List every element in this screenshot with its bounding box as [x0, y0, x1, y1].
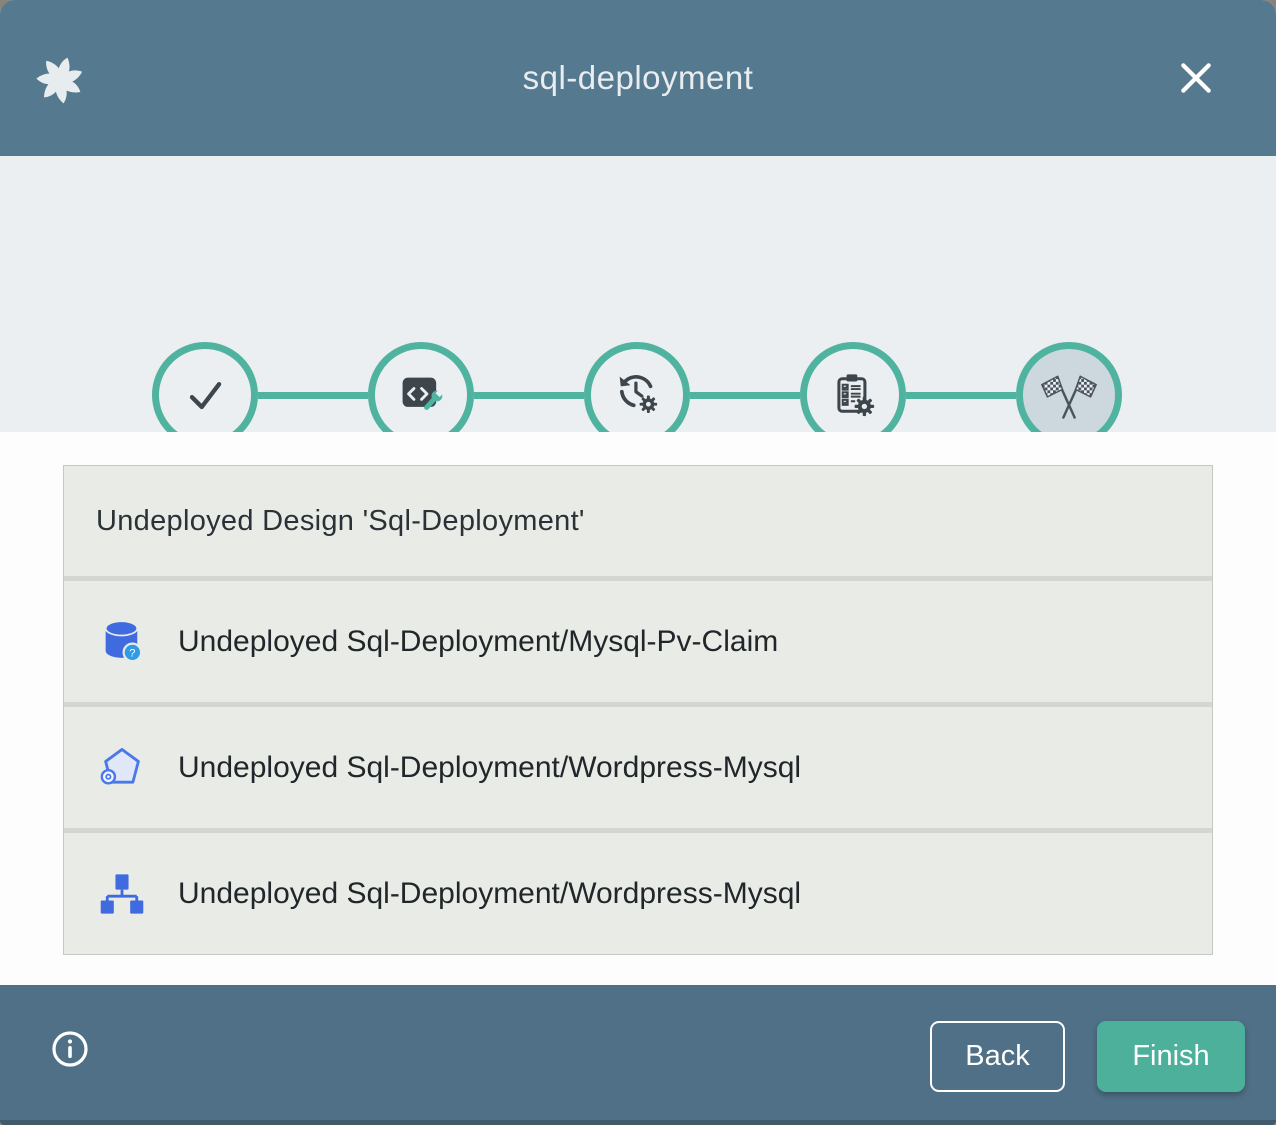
header-bar: sql-deployment	[0, 0, 1276, 156]
result-row-wordpress-mysql-tree: Undeployed Sql-Deployment/Wordpress-Mysq…	[64, 833, 1212, 954]
step-connector	[690, 392, 800, 399]
deployment-wizard-dialog: sql-deployment Validate Design	[0, 0, 1276, 1125]
close-button[interactable]	[1174, 56, 1218, 100]
checkered-flags-icon	[1039, 365, 1099, 425]
result-text: Undeployed Sql-Deployment/Wordpress-Mysq…	[178, 877, 801, 911]
result-row-wordpress-mysql-pod: Undeployed Sql-Deployment/Wordpress-Mysq…	[64, 707, 1212, 828]
result-row-design: Undeployed Design 'Sql-Deployment'	[64, 466, 1212, 576]
back-button[interactable]: Back	[930, 1021, 1065, 1092]
svg-text:?: ?	[129, 647, 135, 659]
step-connector	[258, 392, 368, 399]
result-text: Undeployed Design 'Sql-Deployment'	[96, 505, 585, 538]
close-icon	[1177, 59, 1215, 97]
database-icon: ?	[98, 618, 146, 666]
check-icon	[179, 369, 231, 421]
hierarchy-icon	[98, 870, 146, 918]
footer-bar: Back Finish	[0, 985, 1276, 1125]
deployment-results-panel: Undeployed Design 'Sql-Deployment' ? Und…	[63, 465, 1213, 955]
step-connector	[474, 392, 584, 399]
result-text: Undeployed Sql-Deployment/Wordpress-Mysq…	[178, 751, 801, 785]
step-connector	[906, 392, 1016, 399]
result-text: Undeployed Sql-Deployment/Mysql-Pv-Claim	[178, 625, 778, 659]
info-button[interactable]	[50, 1029, 90, 1069]
dialog-title: sql-deployment	[0, 0, 1276, 156]
wizard-stepper: Validate Design Identify Environments	[0, 156, 1276, 432]
code-window-wrench-icon	[395, 369, 447, 421]
clipboard-gear-icon	[827, 369, 879, 421]
dry-run-clock-gear-icon	[611, 369, 663, 421]
info-icon	[50, 1029, 90, 1069]
result-row-mysql-pv-claim: ? Undeployed Sql-Deployment/Mysql-Pv-Cla…	[64, 581, 1212, 702]
finish-button[interactable]: Finish	[1097, 1021, 1245, 1092]
results-section: Undeployed Design 'Sql-Deployment' ? Und…	[0, 432, 1276, 985]
pod-icon	[98, 744, 146, 792]
